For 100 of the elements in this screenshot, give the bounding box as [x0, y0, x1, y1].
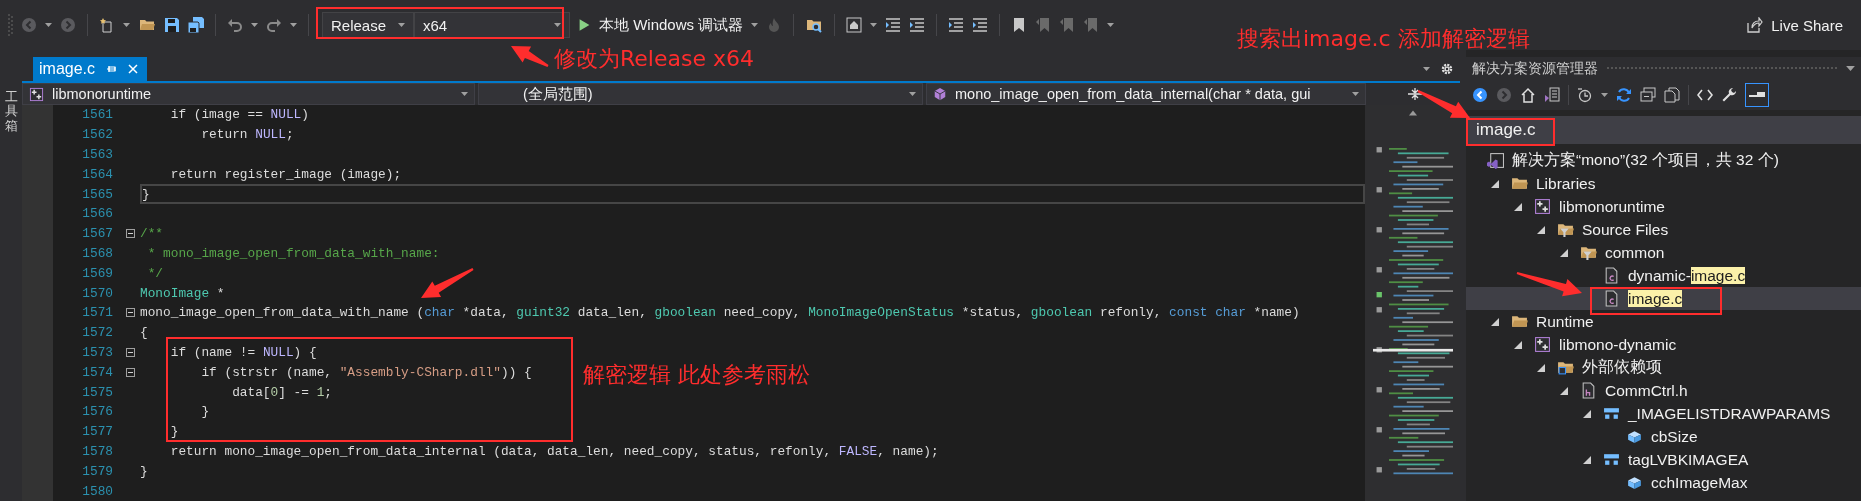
structure-icon — [1603, 405, 1620, 422]
tree-item[interactable]: cchImageMax — [1466, 471, 1861, 494]
settings-icon[interactable] — [1440, 62, 1454, 76]
caret-icon[interactable] — [398, 23, 405, 27]
undo-icon[interactable] — [227, 17, 243, 33]
scope-dropdown[interactable]: (全局范围) — [478, 83, 923, 105]
home-icon[interactable] — [1520, 87, 1536, 103]
line-number: 1579 — [81, 463, 113, 479]
tree-item[interactable]: common — [1466, 241, 1861, 264]
new-item-icon[interactable] — [99, 17, 115, 33]
project-icon — [29, 86, 44, 102]
expanded-arrow-icon[interactable] — [1537, 225, 1545, 234]
caret-icon[interactable] — [554, 23, 561, 27]
close-icon[interactable] — [127, 63, 140, 75]
caret-icon[interactable] — [1601, 93, 1608, 97]
tree-item[interactable]: Libraries — [1466, 172, 1861, 195]
tree-item[interactable]: _IMAGELISTDRAWPARAMS — [1466, 402, 1861, 425]
show-all-files-icon[interactable] — [1664, 87, 1680, 103]
collapse-all-icon[interactable] — [1640, 87, 1656, 103]
save-all-icon[interactable] — [188, 17, 204, 33]
expanded-arrow-icon[interactable] — [1514, 340, 1522, 349]
code-line: } — [169, 424, 179, 440]
caret-icon[interactable] — [751, 23, 759, 27]
history-icon[interactable] — [1577, 87, 1593, 103]
code-line: return register_image (image); — [169, 166, 402, 182]
tree-item[interactable]: image.c — [1466, 287, 1861, 310]
expanded-arrow-icon[interactable] — [1491, 317, 1499, 326]
annotation-arrow — [511, 46, 549, 67]
member-dropdown[interactable]: mono_image_open_from_data_internal(char * data, gui — [926, 83, 1366, 105]
live-share-button[interactable]: Live Share — [1746, 16, 1843, 34]
switch-views-icon[interactable] — [1544, 87, 1560, 103]
line-number: 1565 — [81, 186, 113, 202]
line-number: 1571 — [81, 305, 113, 321]
caret-icon[interactable] — [1352, 92, 1359, 96]
configuration-dropdown[interactable]: Release — [322, 12, 414, 38]
tree-item[interactable]: libmono-dynamic — [1466, 333, 1861, 356]
tree-item[interactable]: 解决方案“mono”(32 个项目，共 32 个) — [1466, 149, 1861, 172]
caret-icon[interactable] — [461, 92, 468, 96]
previous-bookmark-icon[interactable] — [1035, 17, 1052, 33]
platform-dropdown[interactable]: x64 — [414, 12, 570, 38]
folder-icon — [1557, 359, 1574, 376]
expanded-arrow-icon[interactable] — [1491, 179, 1499, 188]
caret-icon[interactable] — [251, 23, 258, 27]
expanded-arrow-icon[interactable] — [1583, 455, 1591, 464]
code-line: mono_image_open_from_data_with_name (char *data, guint32 data_len, gboolean need_copy, MonoImageOpenStatus *status, gboolean refonly, const char *name) — [140, 305, 1300, 321]
indent-icon[interactable] — [885, 17, 902, 33]
toolbar-grip[interactable] — [8, 14, 13, 36]
line-number: 1569 — [81, 265, 113, 281]
open-folder-icon[interactable] — [138, 17, 156, 33]
preview-toggle-icon[interactable] — [1745, 83, 1769, 107]
caret-icon[interactable] — [1423, 67, 1430, 71]
tree-item[interactable]: Runtime — [1466, 310, 1861, 333]
caret-icon[interactable] — [870, 23, 878, 27]
toolbox-tab[interactable]: 工具箱 — [5, 90, 18, 133]
annotation-arrow — [421, 268, 474, 298]
play-icon[interactable] — [578, 18, 591, 32]
folder-search-icon[interactable] — [805, 17, 824, 33]
clear-bookmarks-icon[interactable] — [1083, 17, 1100, 33]
editor-tab[interactable]: image.c — [33, 57, 148, 81]
split-icon[interactable] — [1406, 87, 1423, 101]
tree-item[interactable]: libmonoruntime — [1466, 195, 1861, 218]
line-number: 1575 — [81, 384, 113, 400]
expanded-arrow-icon[interactable] — [1583, 409, 1591, 418]
next-bookmark-icon[interactable] — [1059, 17, 1076, 33]
method-icon — [933, 87, 947, 101]
expanded-arrow-icon[interactable] — [1560, 248, 1568, 257]
collapse-icon[interactable] — [126, 308, 135, 318]
search-field[interactable]: image.c — [1466, 116, 1861, 144]
line-number: 1568 — [81, 245, 113, 261]
annotation-arrow — [1417, 90, 1470, 118]
expanded-arrow-icon[interactable] — [1537, 363, 1545, 372]
debugger-button[interactable]: 本地 Windows 调试器 — [578, 15, 759, 35]
collapse-icon[interactable] — [126, 347, 135, 357]
tree-item[interactable]: Source Files — [1466, 218, 1861, 241]
tree-item[interactable]: 外部依赖项 — [1466, 356, 1861, 379]
expanded-arrow-icon[interactable] — [1514, 202, 1522, 211]
tree-item[interactable]: tagLVBKIMAGEA — [1466, 448, 1861, 471]
tree-item[interactable]: CommCtrl.h — [1466, 379, 1861, 402]
save-icon[interactable] — [164, 17, 180, 33]
redo-icon[interactable] — [266, 17, 282, 33]
dropdown-caret-icon[interactable] — [1846, 66, 1855, 71]
code-icon[interactable] — [1697, 87, 1713, 103]
collapse-icon[interactable] — [126, 229, 135, 239]
caret-icon[interactable] — [909, 92, 916, 96]
refresh-icon[interactable] — [1616, 87, 1632, 103]
caret-icon[interactable] — [1107, 23, 1115, 27]
expanded-arrow-icon[interactable] — [1560, 386, 1568, 395]
caret-icon[interactable] — [123, 23, 130, 27]
home-icon[interactable] — [846, 17, 863, 33]
filter-folder-icon — [1557, 221, 1574, 238]
caret-icon[interactable] — [290, 23, 297, 27]
code-line: } — [142, 186, 150, 202]
wrench-icon[interactable] — [1721, 87, 1737, 103]
back-icon[interactable] — [1472, 87, 1488, 103]
caret-icon[interactable] — [45, 23, 52, 27]
file-icon — [1603, 267, 1620, 284]
collapse-icon[interactable] — [126, 367, 135, 377]
line-number: 1578 — [81, 443, 113, 459]
tree-item[interactable]: cbSize — [1466, 425, 1861, 448]
project-dropdown[interactable]: libmonoruntime — [22, 83, 475, 105]
